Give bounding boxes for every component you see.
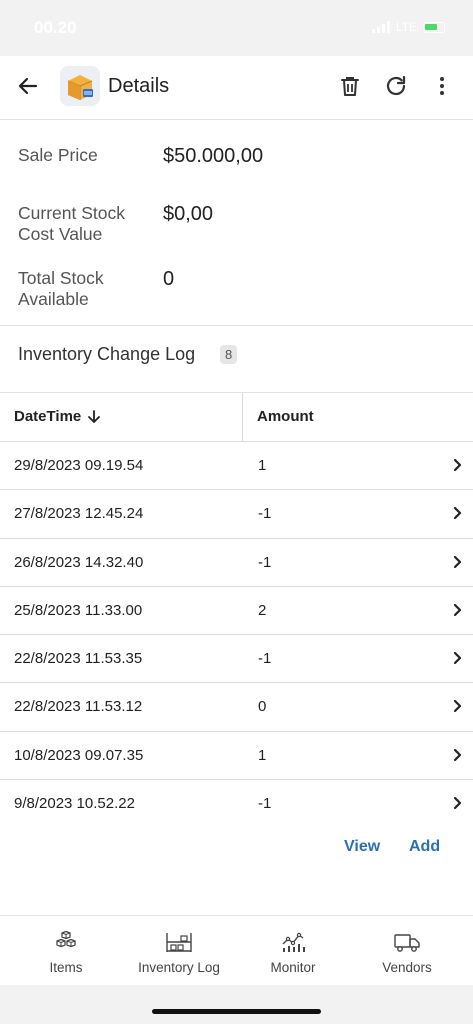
column-header-amount-label: Amount [257,408,314,425]
home-indicator[interactable] [152,1009,321,1014]
log-table-body: 29/8/2023 09.19.54 1 27/8/2023 12.45.24 … [0,442,473,828]
app-bar: Details [0,56,473,120]
row-datetime: 22/8/2023 11.53.12 [14,698,143,716]
add-button[interactable]: Add [409,838,440,856]
chevron-right-icon [451,602,465,618]
view-button[interactable]: View [344,838,380,856]
row-amount: 1 [258,457,267,474]
status-icons: LTE [371,20,445,34]
chevron-right-icon [451,505,465,521]
chevron-right-icon [451,554,465,570]
truck-icon [393,930,421,954]
table-row[interactable]: 27/8/2023 12.45.24 -1 [0,490,473,539]
refresh-button[interactable] [380,70,412,102]
stock-cost-label-line1: Current Stock [18,203,125,223]
total-stock-label-line2: Available [18,289,89,309]
column-header-datetime-label: DateTime [14,408,82,425]
row-amount: 0 [258,698,267,716]
nav-item-vendors[interactable]: Vendors [372,916,442,986]
column-header-amount[interactable]: Amount [257,408,314,425]
table-row[interactable]: 9/8/2023 10.52.22 -1 [0,780,473,828]
more-vertical-icon [440,77,444,95]
nav-item-inventory-log[interactable]: Inventory Log [129,916,229,986]
row-amount: 1 [258,746,267,764]
chevron-right-icon [451,795,465,811]
stock-cost-label-line2: Cost Value [18,224,103,244]
row-amount: 2 [258,601,267,619]
row-datetime: 9/8/2023 10.52.22 [14,795,135,813]
nav-label: Vendors [382,960,432,975]
chevron-right-icon [451,698,465,714]
table-row[interactable]: 22/8/2023 11.53.35 -1 [0,635,473,684]
row-datetime: 27/8/2023 12.45.24 [14,505,144,523]
table-row[interactable]: 29/8/2023 09.19.54 1 [0,442,473,491]
app-logo [60,66,100,106]
row-datetime: 29/8/2023 09.19.54 [14,457,144,474]
page-title: Details [108,75,170,97]
row-amount: -1 [258,650,272,668]
more-options-button[interactable] [426,70,458,102]
table-row[interactable]: 26/8/2023 14.32.40 -1 [0,539,473,587]
row-datetime: 22/8/2023 11.53.35 [14,650,143,668]
table-row[interactable]: 22/8/2023 11.53.12 0 [0,683,473,732]
chevron-right-icon [451,747,465,763]
battery-icon [423,21,445,33]
refresh-icon [386,75,406,96]
arrow-down-icon [88,409,101,423]
total-stock-label-line1: Total Stock [18,268,104,288]
log-count-badge: 8 [220,345,238,364]
row-amount: -1 [258,795,272,813]
log-title: Inventory Change Log [18,344,196,364]
network-type: LTE [395,20,417,34]
stock-cost-value: $0,00 [163,203,214,225]
row-amount: -1 [258,553,272,571]
row-datetime: 26/8/2023 14.32.40 [14,553,144,571]
column-divider [242,393,243,442]
divider [0,325,473,326]
signal-icon [371,21,390,33]
chevron-right-icon [451,457,465,473]
shelves-icon [165,930,193,954]
total-stock-value: 0 [163,268,175,290]
status-time: 00.20 [34,18,77,37]
row-datetime: 25/8/2023 11.33.00 [14,601,143,619]
home-indicator-area [0,985,473,1024]
cubes-icon [52,930,80,954]
status-bar: 00.20 LTE [0,0,473,56]
sale-price-label: Sale Price [18,145,98,165]
nav-label: Monitor [270,960,316,975]
line-chart-icon [279,930,307,954]
package-box-icon [67,75,93,100]
bottom-nav: Items Inventory Log Monitor Vendors [0,915,473,985]
sale-price-value: $50.000,00 [163,145,264,167]
row-amount: -1 [258,505,272,523]
column-header-datetime[interactable]: DateTime [14,408,101,425]
nav-label: Items [49,960,83,975]
arrow-left-icon [18,77,38,95]
table-row[interactable]: 10/8/2023 09.07.35 1 [0,732,473,781]
back-button[interactable] [12,70,44,102]
table-header: DateTime Amount [0,393,473,442]
trash-icon [341,77,359,96]
table-row[interactable]: 25/8/2023 11.33.00 2 [0,587,473,636]
nav-item-items[interactable]: Items [36,916,96,986]
nav-item-monitor[interactable]: Monitor [258,916,328,986]
nav-label: Inventory Log [138,960,220,975]
chevron-right-icon [451,650,465,666]
row-datetime: 10/8/2023 09.07.35 [14,746,144,764]
delete-button[interactable] [334,70,366,102]
